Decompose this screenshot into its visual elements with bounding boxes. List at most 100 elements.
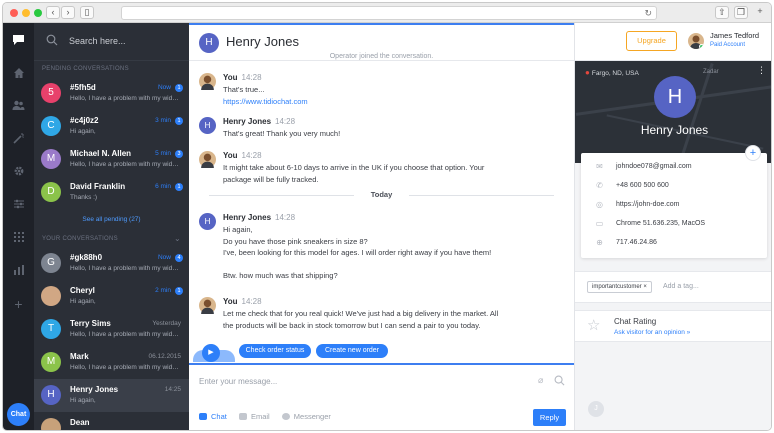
- conversation-item[interactable]: C #c4j0z2 Hi again, 3 min 1: [34, 110, 189, 143]
- day-separator: Today: [209, 190, 554, 200]
- agent-avatar[interactable]: [688, 33, 704, 49]
- tab-email[interactable]: Email: [238, 412, 270, 421]
- share-icon[interactable]: ⇧: [715, 6, 729, 19]
- apps-grid-icon[interactable]: [11, 231, 26, 246]
- tab-messenger[interactable]: Messenger: [281, 412, 331, 421]
- tab-email-label: Email: [250, 412, 270, 421]
- visitor-location-label: Fargo, ND, USA: [591, 70, 639, 77]
- visitors-icon[interactable]: [11, 99, 26, 114]
- conversation-time: Yesterday: [152, 320, 181, 327]
- see-all-pending-link[interactable]: See all pending (27): [34, 209, 189, 231]
- play-icon[interactable]: ▶: [202, 344, 220, 362]
- sidebar-toggle-icon[interactable]: ▯: [80, 6, 94, 19]
- your-conversations-label: YOUR CONVERSATIONS: [42, 236, 118, 242]
- conversation-avatar: [41, 418, 61, 430]
- back-button[interactable]: ‹: [46, 6, 60, 19]
- ip-icon: ⊕: [596, 238, 603, 247]
- stats-icon[interactable]: [11, 264, 26, 279]
- tabs-icon[interactable]: ❐: [734, 6, 748, 19]
- close-window-button[interactable]: [10, 9, 18, 17]
- minimize-window-button[interactable]: [22, 9, 30, 17]
- user-avatar[interactable]: J: [588, 401, 604, 417]
- visitor-avatar: H: [199, 213, 216, 230]
- message-input[interactable]: [199, 373, 519, 389]
- message-line: Btw. how much was that shipping?: [223, 271, 338, 280]
- tab-chat-label: Chat: [211, 412, 227, 421]
- message-author: You: [223, 297, 238, 306]
- settings-icon[interactable]: [11, 165, 26, 180]
- chat-bubble-icon[interactable]: [11, 34, 26, 49]
- conversation-item[interactable]: M Mark Hello, I have a problem with my wid…: [34, 346, 189, 379]
- message-composer: ⌀ Chat Email Messenger Reply: [189, 363, 574, 430]
- conversation-name: Dean: [70, 418, 90, 427]
- agent-avatar: [199, 297, 216, 314]
- reload-icon[interactable]: ↻: [644, 7, 652, 19]
- conversation-item[interactable]: H Henry Jones Hi again, 14:25: [34, 379, 189, 412]
- your-conversations-header[interactable]: YOUR CONVERSATIONS ⌄: [34, 231, 189, 247]
- add-icon[interactable]: +: [11, 297, 26, 312]
- add-info-button[interactable]: +: [745, 145, 761, 161]
- search-input[interactable]: [69, 33, 179, 49]
- add-tag-input[interactable]: Add a tag...: [663, 283, 699, 290]
- channel-tabs: Chat Email Messenger: [199, 412, 341, 421]
- chevron-down-icon[interactable]: ⌄: [174, 231, 181, 247]
- visitor-info-value[interactable]: https://john-doe.com: [616, 201, 679, 208]
- conversation-item[interactable]: T Terry Sims Hello, I have a problem with …: [34, 313, 189, 346]
- map-pin-icon: ●: [585, 68, 590, 77]
- conversation-avatar: [41, 286, 61, 306]
- tag-chip[interactable]: importantcustomer ×: [587, 281, 652, 293]
- visitor-info-row: ▭ Chrome 51.636.235, MacOS: [595, 220, 705, 228]
- agent-plan-link[interactable]: Paid Account: [710, 42, 745, 48]
- new-tab-icon[interactable]: +: [753, 6, 767, 19]
- zoom-window-button[interactable]: [34, 9, 42, 17]
- sliders-icon[interactable]: [11, 198, 26, 213]
- conversation-preview: Hi again,: [70, 397, 96, 404]
- attachment-icon[interactable]: ⌀: [538, 375, 548, 387]
- message-body: Hi again, Do you have those pink sneakers…: [223, 224, 543, 282]
- conversation-time: 3 min: [155, 117, 171, 124]
- conversation-item[interactable]: G #gk88h0 Hello, I have a problem with my …: [34, 247, 189, 280]
- address-bar[interactable]: ↻: [121, 6, 657, 20]
- conversation-item[interactable]: D David Franklin Thanks :) 6 min 1: [34, 176, 189, 209]
- unread-count-badge: 1: [175, 287, 183, 295]
- wand-icon[interactable]: [11, 132, 26, 147]
- unread-count-badge: 4: [175, 254, 183, 262]
- upgrade-button[interactable]: Upgrade: [626, 31, 677, 51]
- quick-replies: ▶ Check order status Create new order: [193, 341, 573, 362]
- visitor-name-title: Henry Jones: [226, 34, 299, 49]
- message-body: That's true... https://www.tidiochat.com: [223, 84, 543, 107]
- visitor-large-avatar: H: [654, 76, 696, 118]
- globe-icon: ◎: [596, 200, 603, 209]
- conversation-time: 06.12.2015: [148, 353, 181, 360]
- ask-opinion-link[interactable]: Ask visitor for an opinion »: [614, 329, 690, 336]
- tab-chat[interactable]: Chat: [199, 412, 227, 421]
- message-header: You 14:28: [223, 151, 262, 160]
- visitor-info-row: ✉ johndoe078@gmail.com: [595, 163, 691, 171]
- message-line: That's true...: [223, 85, 265, 94]
- reply-button[interactable]: Reply: [533, 409, 566, 426]
- conversation-item[interactable]: Cheryl Hi again, 2 min 1: [34, 280, 189, 313]
- search-icon[interactable]: [554, 375, 565, 386]
- agent-name: James Tedford: [710, 31, 760, 40]
- check-order-status-button[interactable]: Check order status: [239, 344, 311, 358]
- pending-section-header: PENDING CONVERSATIONS: [42, 66, 129, 72]
- message-link[interactable]: https://www.tidiochat.com: [223, 96, 543, 108]
- conversation-item[interactable]: Dean: [34, 412, 189, 430]
- conversation-time: 5 min: [155, 150, 171, 157]
- forward-button[interactable]: ›: [61, 6, 75, 19]
- conversation-list: PENDING CONVERSATIONS 5 #5fh5d Hello, I ha…: [34, 23, 189, 430]
- unread-count-badge: 3: [175, 150, 183, 158]
- conversation-item[interactable]: 5 #5fh5d Hello, I have a problem with my w…: [34, 77, 189, 110]
- conversation-item[interactable]: M Michael N. Allen Hello, I have a problem…: [34, 143, 189, 176]
- create-new-order-button[interactable]: Create new order: [316, 344, 388, 358]
- remove-tag-icon[interactable]: ×: [643, 284, 647, 290]
- home-icon[interactable]: [11, 67, 26, 82]
- message-line: the products will be back in stock tomor…: [223, 320, 481, 330]
- message-author: Henry Jones: [223, 213, 272, 222]
- chat-widget-button[interactable]: Chat: [7, 403, 30, 426]
- unread-count-badge: 1: [175, 84, 183, 92]
- map-place-label: Zadar: [703, 69, 719, 75]
- conversation-preview: Hello, I have a problem with my widget: [70, 95, 180, 102]
- conversation-name: Cheryl: [70, 286, 95, 295]
- more-options-icon[interactable]: ⋮: [757, 65, 766, 76]
